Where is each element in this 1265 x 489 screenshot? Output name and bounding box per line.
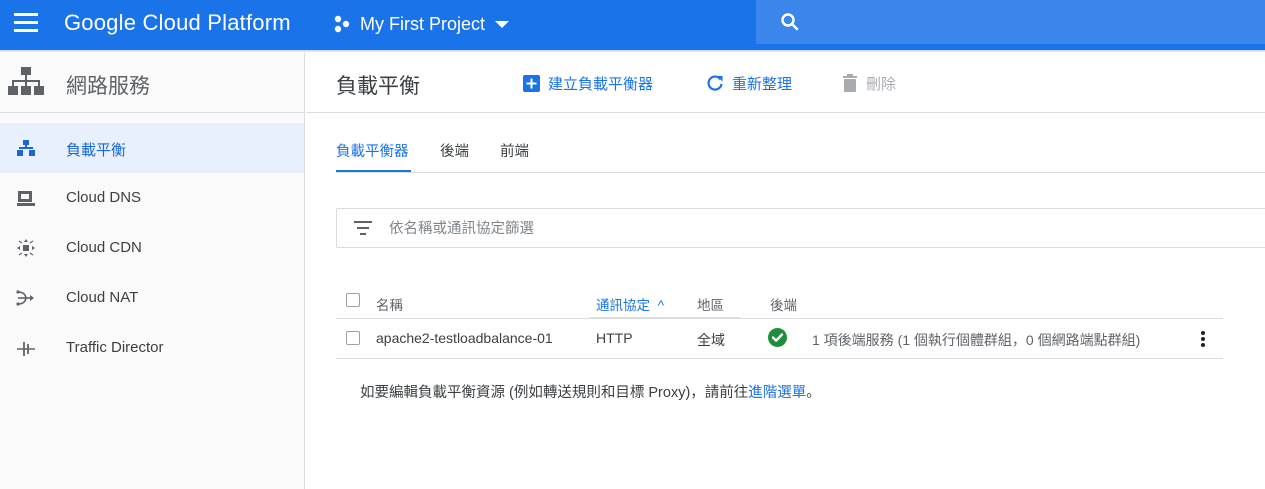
- sidebar-item-label: 負載平衡: [66, 142, 127, 159]
- hamburger-menu-icon[interactable]: [12, 11, 40, 35]
- network-services-icon: [8, 67, 44, 95]
- filter-bar[interactable]: [336, 208, 1265, 248]
- cloud-dns-icon: [17, 191, 35, 206]
- note-text: 如要編輯負載平衡資源 (例如轉送規則和目標 Proxy)，請前往: [360, 385, 749, 401]
- sidebar-item-cloud-cdn[interactable]: Cloud CDN: [0, 223, 304, 273]
- row-backends: 1 項後端服務 (1 個執行個體群組，0 個網路端點群組): [812, 332, 1141, 348]
- tabs-divider: [336, 172, 1265, 173]
- tab-backends[interactable]: 後端: [440, 140, 469, 173]
- more-vert-icon[interactable]: [1195, 329, 1211, 349]
- table-header-row: 名稱 通訊協定 ^ 地區 後端: [336, 290, 1223, 319]
- status-ok-icon: [768, 328, 787, 347]
- refresh-icon: [707, 75, 723, 91]
- search-input[interactable]: [812, 8, 1242, 36]
- sort-ascending-icon: ^: [657, 298, 665, 313]
- project-name: My First Project: [360, 13, 486, 34]
- refresh-button[interactable]: 重新整理: [706, 72, 792, 94]
- sidebar-item-label: Traffic Director: [66, 339, 164, 356]
- column-header-protocol[interactable]: 通訊協定 ^: [596, 294, 664, 314]
- sidebar-item-traffic-director[interactable]: Traffic Director: [0, 323, 304, 373]
- advanced-menu-note: 如要編輯負載平衡資源 (例如轉送規則和目標 Proxy)，請前往進階選單。: [360, 381, 821, 402]
- page-title: 負載平衡: [336, 75, 420, 98]
- select-all-checkbox[interactable]: [346, 293, 360, 307]
- row-name-link[interactable]: apache2-testloadbalance-01: [376, 330, 553, 346]
- sidebar-item-label: Cloud CDN: [66, 239, 142, 256]
- delete-label: 刪除: [866, 75, 897, 93]
- column-header-name[interactable]: 名稱: [376, 294, 403, 314]
- search-icon: [781, 13, 799, 31]
- sidebar-title: 網路服務: [66, 75, 150, 98]
- trash-icon: [843, 74, 857, 92]
- tab-frontends[interactable]: 前端: [500, 140, 529, 173]
- row-region: 全域: [697, 332, 725, 348]
- filter-list-icon: [354, 221, 372, 235]
- row-checkbox[interactable]: [346, 331, 360, 345]
- cloud-cdn-icon: [17, 239, 35, 257]
- sidebar-header: 網路服務: [0, 53, 304, 113]
- search-bar[interactable]: [756, 0, 1265, 44]
- create-load-balancer-button[interactable]: 建立負載平衡器: [523, 72, 653, 94]
- column-header-region[interactable]: 地區: [697, 294, 724, 314]
- sidebar-item-cloud-nat[interactable]: Cloud NAT: [0, 273, 304, 323]
- project-dots-icon: [334, 15, 350, 33]
- note-suffix: 。: [806, 385, 821, 401]
- header-divider: [306, 112, 1265, 113]
- cloud-nat-icon: [16, 290, 34, 306]
- sidebar-item-label: Cloud DNS: [66, 189, 142, 206]
- chevron-down-icon: [495, 20, 510, 28]
- advanced-menu-link[interactable]: 進階選單: [748, 385, 806, 401]
- sidebar-item-load-balancing[interactable]: 負載平衡: [0, 123, 304, 173]
- tab-load-balancers[interactable]: 負載平衡器: [336, 140, 411, 173]
- brand-title[interactable]: Google Cloud Platform: [64, 10, 291, 36]
- sidebar-item-cloud-dns[interactable]: Cloud DNS: [0, 173, 304, 223]
- checkmark-icon: [771, 333, 784, 342]
- refresh-label: 重新整理: [732, 75, 793, 93]
- create-label: 建立負載平衡器: [548, 75, 654, 93]
- protocol-header-label: 通訊協定: [596, 298, 650, 313]
- table-row[interactable]: apache2-testloadbalance-01 HTTP 全域 1 項後端…: [336, 319, 1223, 359]
- traffic-director-icon: [17, 342, 35, 356]
- row-protocol: HTTP: [596, 330, 633, 346]
- delete-button[interactable]: 刪除: [842, 72, 896, 94]
- load-balancing-icon: [17, 140, 35, 156]
- column-header-backends[interactable]: 後端: [770, 294, 797, 314]
- top-app-bar: Google Cloud Platform My First Project: [0, 0, 1265, 50]
- project-selector[interactable]: My First Project: [332, 10, 510, 38]
- add-box-icon: [523, 74, 540, 92]
- filter-input[interactable]: [389, 217, 1249, 241]
- sidebar: 網路服務 負載平衡 Cloud DNS Cloud CDN Cloud NAT …: [0, 53, 305, 489]
- sidebar-item-label: Cloud NAT: [66, 289, 139, 306]
